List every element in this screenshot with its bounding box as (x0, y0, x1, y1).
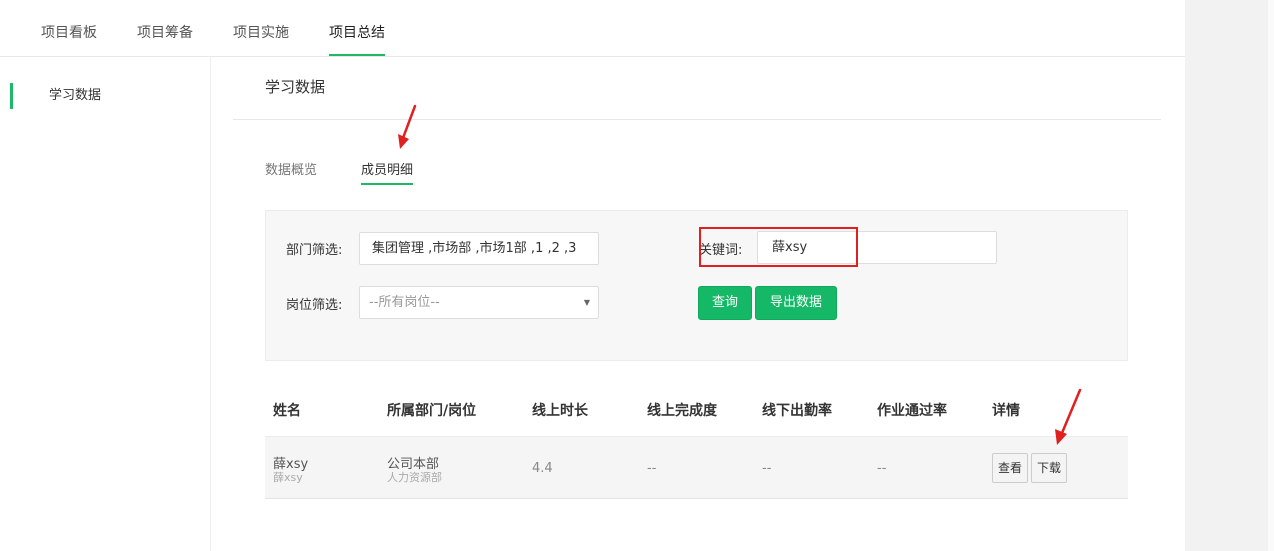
red-arrow-icon (1055, 388, 1082, 445)
tab-data-overview[interactable]: 数据概览 (265, 159, 317, 185)
annotation-highlight-box (699, 227, 858, 267)
sidebar-item-label: 学习数据 (49, 88, 102, 103)
scrollbar-track[interactable] (1268, 0, 1274, 551)
title-divider (233, 119, 1161, 120)
sidebar-active-indicator (10, 83, 13, 109)
tab-project-preparation[interactable]: 项目筹备 (137, 0, 193, 56)
column-header-details: 详情 (992, 403, 1020, 419)
position-filter-label: 岗位筛选: (286, 298, 343, 313)
position-filter-value: --所有岗位-- (369, 295, 440, 310)
column-header-offline-attendance: 线下出勤率 (762, 403, 832, 419)
column-header-online-hours: 线上时长 (532, 403, 588, 419)
dept-filter-label: 部门筛选: (286, 243, 343, 258)
position-filter-select[interactable]: --所有岗位-- ▼ (359, 286, 599, 319)
dept-filter-input[interactable]: 集团管理 ,市场部 ,市场1部 ,1 ,2 ,3 (359, 232, 599, 265)
column-header-name: 姓名 (273, 403, 301, 419)
sidebar-item-learning-data[interactable]: 学习数据 (10, 83, 210, 109)
tab-project-summary[interactable]: 项目总结 (329, 0, 385, 56)
tab-project-board[interactable]: 项目看板 (41, 0, 97, 56)
view-button[interactable]: 查看 (992, 453, 1028, 483)
download-button[interactable]: 下载 (1031, 453, 1067, 483)
page-title: 学习数据 (265, 78, 326, 96)
column-header-homework-pass: 作业通过率 (877, 403, 947, 419)
export-data-button[interactable]: 导出数据 (755, 286, 837, 320)
top-tab-bar: 项目看板 项目筹备 项目实施 项目总结 (0, 0, 1185, 57)
cell-homework-pass: -- (877, 461, 887, 476)
tab-project-implementation[interactable]: 项目实施 (233, 0, 289, 56)
app-window: 项目看板 项目筹备 项目实施 项目总结 学习数据 学习数据 数据概览 成员明细 … (0, 0, 1185, 551)
red-arrow-icon (398, 104, 417, 149)
column-header-dept: 所属部门/岗位 (387, 403, 477, 419)
query-button[interactable]: 查询 (698, 286, 752, 320)
cell-username: 薛xsy (273, 471, 303, 484)
cell-online-completion: -- (647, 461, 657, 476)
page-background-gutter (1185, 0, 1274, 551)
sidebar: 学习数据 (0, 57, 211, 551)
cell-online-hours: 4.4 (532, 461, 553, 476)
column-header-online-completion: 线上完成度 (647, 403, 717, 419)
cell-post: 人力资源部 (387, 471, 442, 484)
tab-member-details[interactable]: 成员明细 (361, 159, 414, 185)
caret-down-icon: ▼ (583, 298, 590, 307)
cell-offline-attendance: -- (762, 461, 772, 476)
